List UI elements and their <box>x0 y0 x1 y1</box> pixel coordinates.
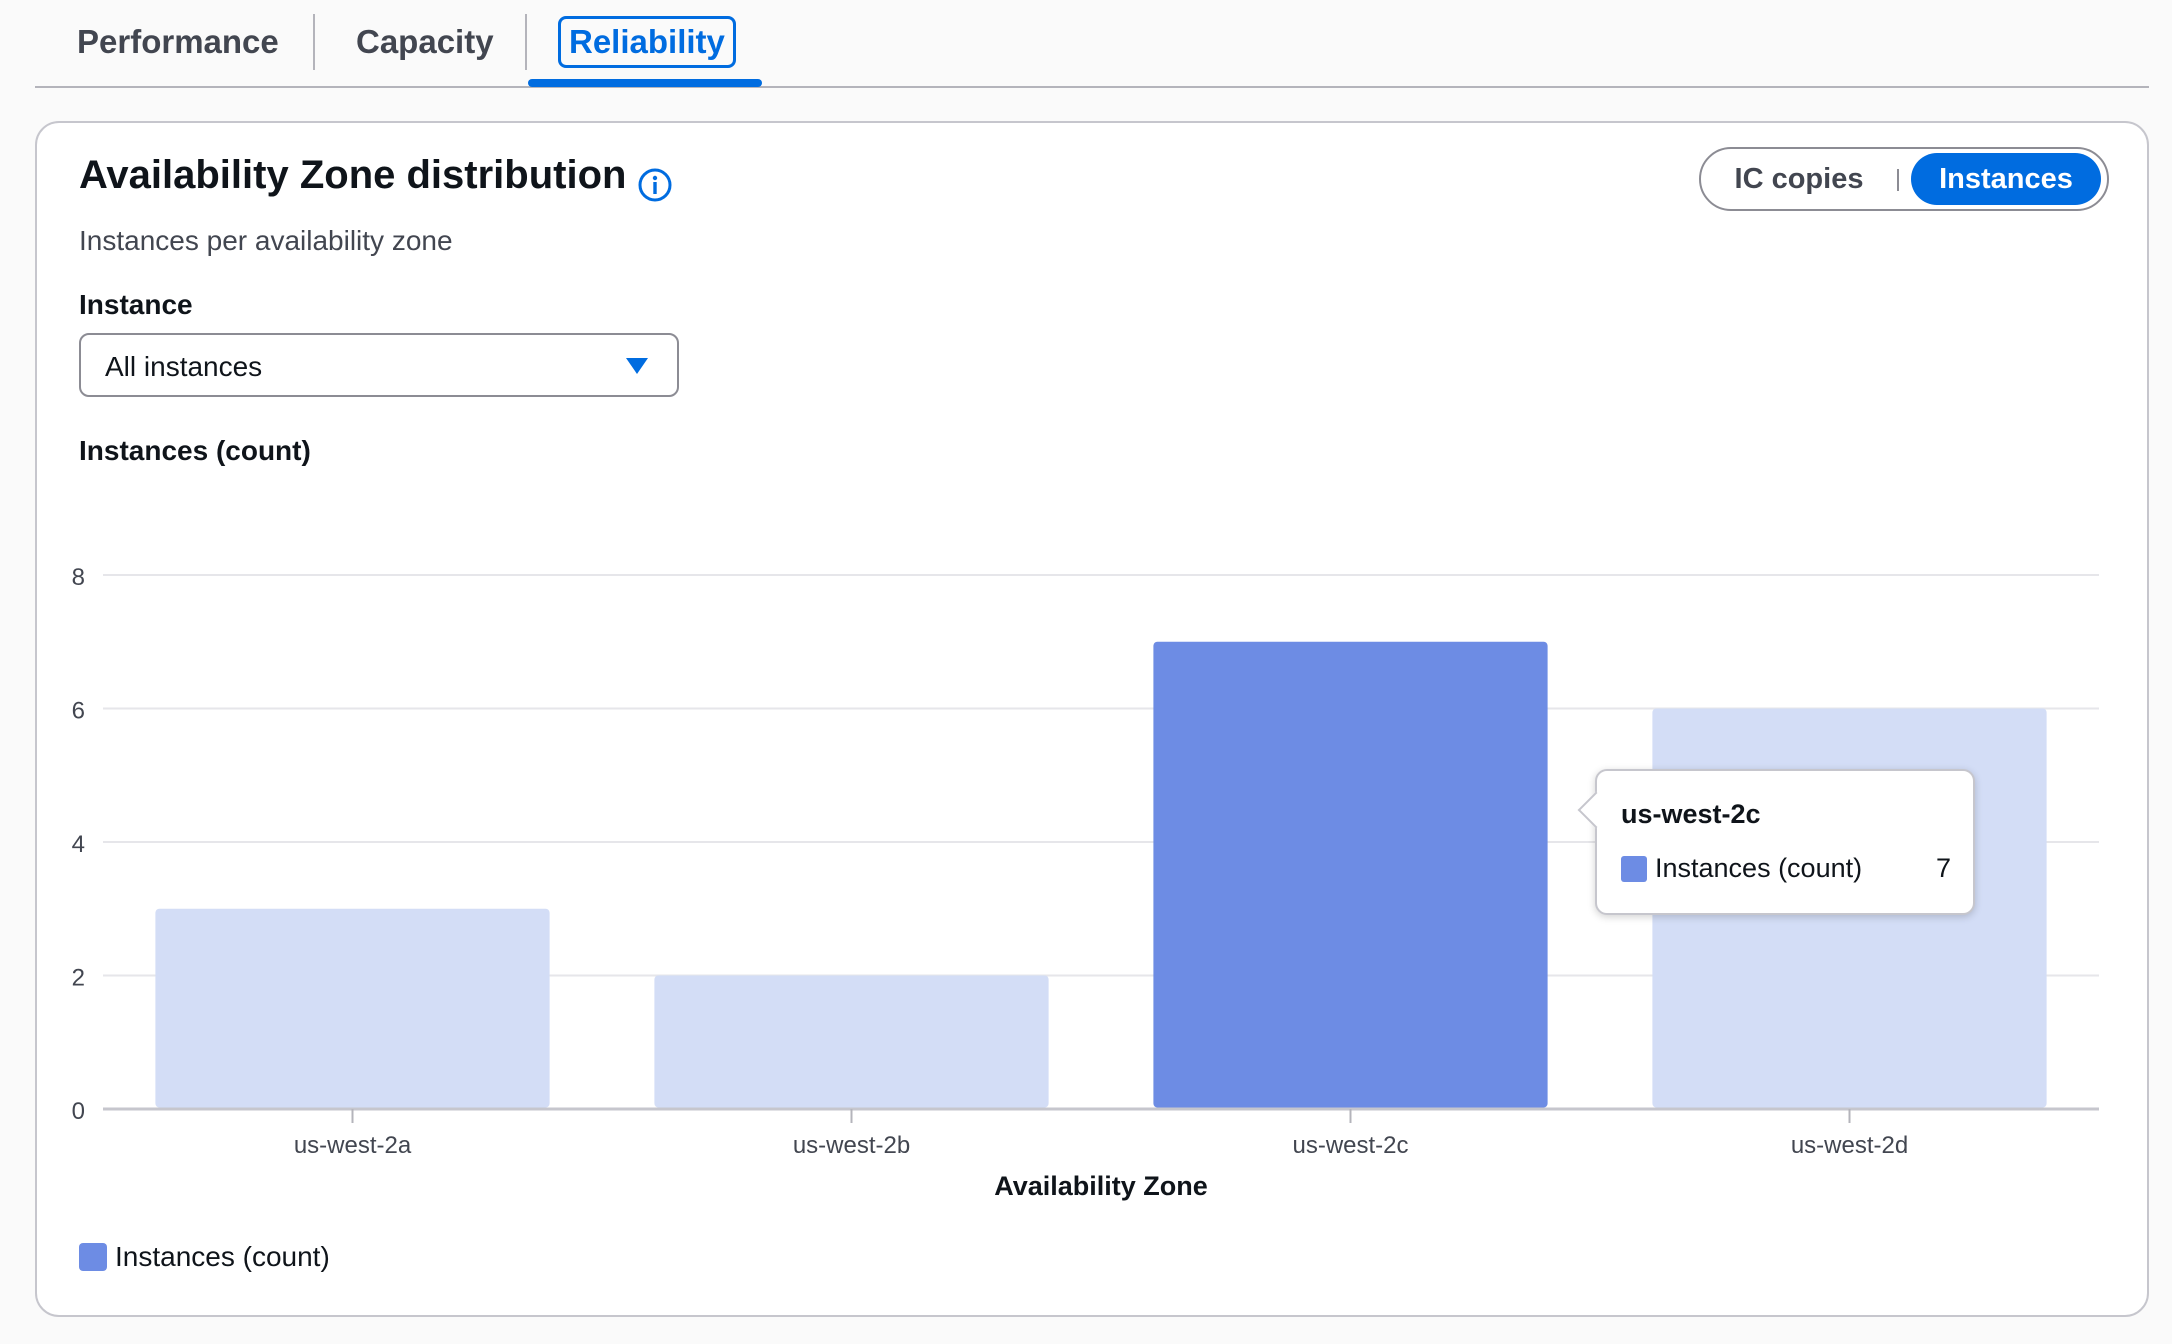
tab-performance-label: Performance <box>77 23 279 60</box>
tab-divider <box>313 14 315 70</box>
y-tick-label: 0 <box>72 1098 85 1125</box>
y-tick-label: 4 <box>72 831 85 858</box>
tab-bar: Performance Capacity Reliability <box>35 0 2149 88</box>
active-tab-indicator <box>528 79 762 87</box>
tab-performance[interactable]: Performance <box>77 10 279 74</box>
y-tick-label: 2 <box>72 965 85 992</box>
tab-divider <box>525 14 527 70</box>
tooltip-series-name: Instances (count) <box>1655 853 1863 883</box>
tooltip-category: us-west-2c <box>1621 799 1761 829</box>
bar-chart: 02468us-west-2a us-west-2b us-west-2c us-we… <box>72 564 2099 1201</box>
tooltip-series-row: Instances (count) <box>1621 853 1862 884</box>
y-tick-label: 8 <box>72 564 85 591</box>
x-axis-label: Availability Zone <box>994 1171 1208 1201</box>
legend-swatch <box>79 1243 107 1271</box>
y-tick-label: 6 <box>72 698 85 725</box>
bar-us-west-2a <box>155 908 550 1108</box>
tab-capacity[interactable]: Capacity <box>356 10 494 74</box>
az-distribution-card: Availability Zone distribution Instances… <box>35 121 2149 1317</box>
x-tick-label: us-west-2a <box>294 1132 412 1159</box>
tooltip-swatch <box>1621 855 1647 882</box>
tab-reliability-label: Reliability <box>558 16 736 68</box>
chart-tooltip: us-west-2c Instances (count) 7 <box>1577 769 1975 915</box>
tab-reliability[interactable]: Reliability <box>558 10 736 74</box>
legend-label: Instances (count) <box>115 1241 330 1272</box>
tooltip-value: 7 <box>1935 853 1951 883</box>
x-tick-label: us-west-2b <box>793 1132 910 1159</box>
bar-us-west-2b <box>654 975 1049 1108</box>
x-tick-label: us-west-2d <box>1791 1132 1908 1159</box>
tab-capacity-label: Capacity <box>356 23 494 60</box>
chart-legend: Instances (count) <box>79 1241 330 1273</box>
bar-us-west-2c <box>1153 641 1548 1108</box>
x-tick-label: us-west-2c <box>1292 1132 1408 1159</box>
